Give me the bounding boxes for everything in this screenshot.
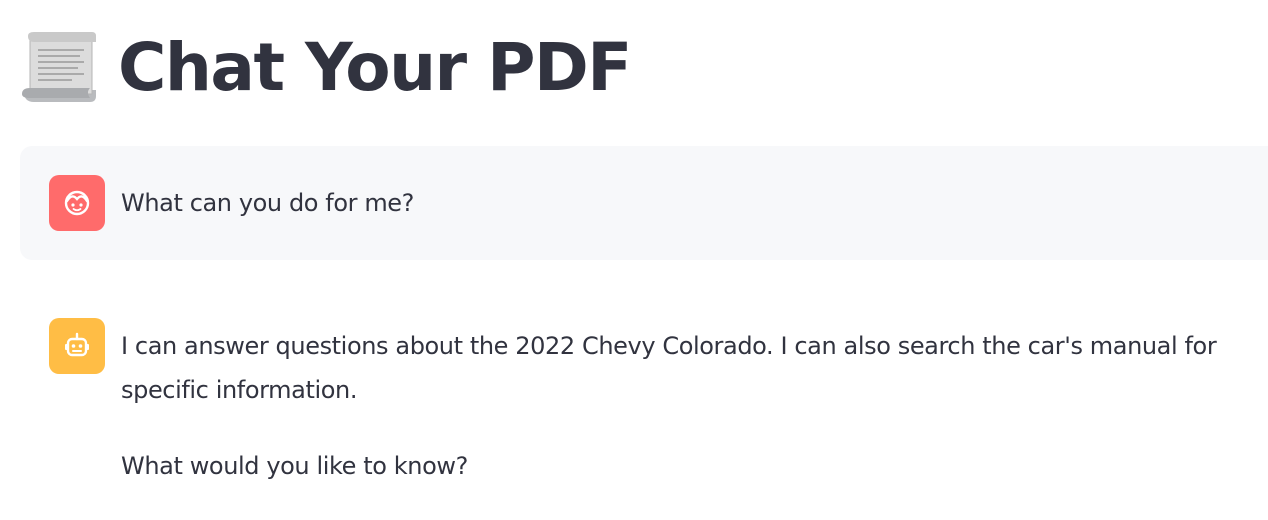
assistant-paragraph: I can answer questions about the 2022 Ch… [121,332,1217,404]
page-title: Chat Your PDF [118,29,632,106]
chat-message-assistant: I can answer questions about the 2022 Ch… [20,288,1268,488]
assistant-paragraph: What would you like to know? [121,452,468,480]
robot-icon [65,332,89,357]
user-face-icon [64,190,90,216]
assistant-avatar [49,318,105,374]
page-header: Chat Your PDF [18,18,632,118]
assistant-message-text: I can answer questions about the 2022 Ch… [121,318,1241,488]
scroll-icon [18,28,98,108]
user-message-text: What can you do for me? [121,189,415,217]
user-avatar [49,175,105,231]
chat-message-user: What can you do for me? [20,146,1268,260]
